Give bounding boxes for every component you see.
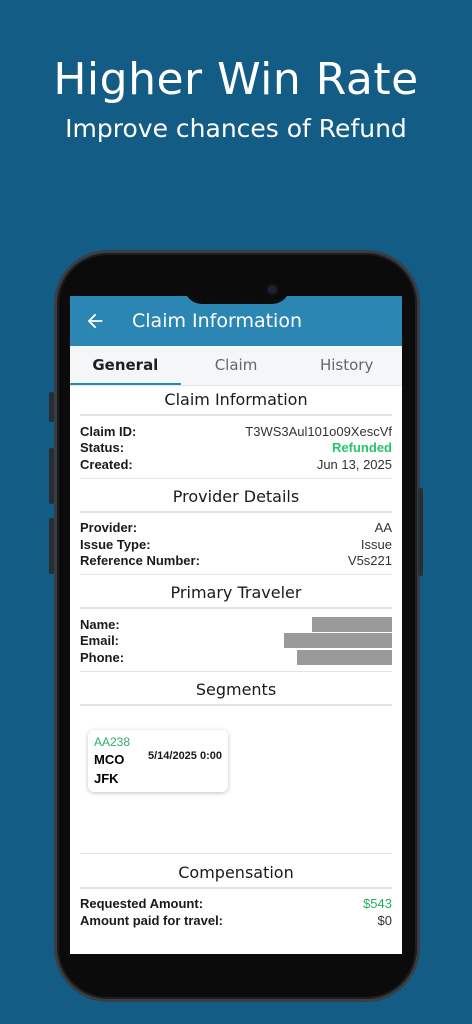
email-redacted: [284, 633, 392, 649]
claim-id-row: Claim ID: T3WS3Aul101o09XescVf: [80, 423, 392, 440]
segments-heading: Segments: [80, 676, 392, 706]
traveler-section: Name: Email: Phone:: [80, 616, 392, 672]
phone-side-button: [49, 392, 54, 422]
phone-row: Phone:: [80, 649, 392, 666]
issue-type-label: Issue Type:: [80, 536, 151, 552]
phone-volume-down-button: [49, 518, 54, 574]
traveler-heading: Primary Traveler: [80, 579, 392, 609]
arrow-left-icon[interactable]: [84, 310, 106, 332]
reference-number-value: V5s221: [347, 553, 392, 569]
hero-title: Higher Win Rate: [53, 54, 419, 105]
provider-heading: Provider Details: [80, 483, 392, 513]
amount-paid-row: Amount paid for travel: $0: [80, 912, 392, 929]
tab-general[interactable]: General: [70, 346, 181, 385]
flight-number: AA238: [94, 734, 131, 749]
provider-label: Provider:: [80, 520, 138, 536]
email-row: Email:: [80, 633, 392, 650]
requested-amount-value: $543: [363, 896, 392, 912]
tab-bar: General Claim History: [70, 346, 402, 386]
segment-card[interactable]: AA238 MCO JFK 5/14/2025 0:00: [88, 729, 228, 792]
created-value: Jun 13, 2025: [316, 456, 392, 472]
phone-label: Phone:: [80, 649, 125, 665]
claim-content: Claim Information Claim ID: T3WS3Aul101o…: [70, 386, 402, 929]
requested-amount-row: Requested Amount: $543: [80, 896, 392, 913]
requested-amount-label: Requested Amount:: [80, 896, 204, 912]
claim-info-section: Claim ID: T3WS3Aul101o09XescVf Status: R…: [80, 423, 392, 479]
created-row: Created: Jun 13, 2025: [80, 456, 392, 473]
issue-type-value: Issue: [360, 536, 392, 552]
phone-volume-up-button: [49, 448, 54, 504]
camera-icon: [268, 285, 277, 294]
compensation-section: Requested Amount: $543 Amount paid for t…: [80, 896, 392, 929]
claim-id-label: Claim ID:: [80, 423, 137, 439]
status-badge: Refunded: [332, 440, 392, 456]
name-redacted: [312, 616, 392, 632]
hero-subtitle: Improve chances of Refund: [65, 114, 407, 143]
tab-claim[interactable]: Claim: [181, 346, 292, 385]
phone-redacted: [297, 649, 392, 665]
provider-row: Provider: AA: [80, 520, 392, 537]
page-title: Claim Information: [132, 310, 302, 332]
segments-section: AA238 MCO JFK 5/14/2025 0:00: [80, 729, 392, 854]
tab-history[interactable]: History: [291, 346, 402, 385]
provider-section: Provider: AA Issue Type: Issue Reference…: [80, 520, 392, 575]
reference-number-label: Reference Number:: [80, 553, 200, 569]
amount-paid-label: Amount paid for travel:: [80, 912, 224, 928]
compensation-heading: Compensation: [80, 859, 392, 889]
status-label: Status:: [80, 440, 125, 456]
destination-airport: JFK: [94, 770, 119, 786]
amount-paid-value: $0: [377, 912, 392, 928]
provider-value: AA: [374, 520, 392, 536]
created-label: Created:: [80, 456, 133, 472]
status-row: Status: Refunded: [80, 440, 392, 457]
email-label: Email:: [80, 633, 120, 649]
claim-id-value: T3WS3Aul101o09XescVf: [245, 423, 392, 439]
name-label: Name:: [80, 616, 120, 632]
name-row: Name:: [80, 616, 392, 633]
phone-power-button: [418, 488, 423, 576]
issue-type-row: Issue Type: Issue: [80, 536, 392, 553]
claim-info-heading: Claim Information: [80, 386, 392, 416]
app-screen: Claim Information General Claim History …: [70, 296, 402, 954]
reference-number-row: Reference Number: V5s221: [80, 553, 392, 570]
segment-date: 5/14/2025 0:00: [147, 749, 222, 762]
